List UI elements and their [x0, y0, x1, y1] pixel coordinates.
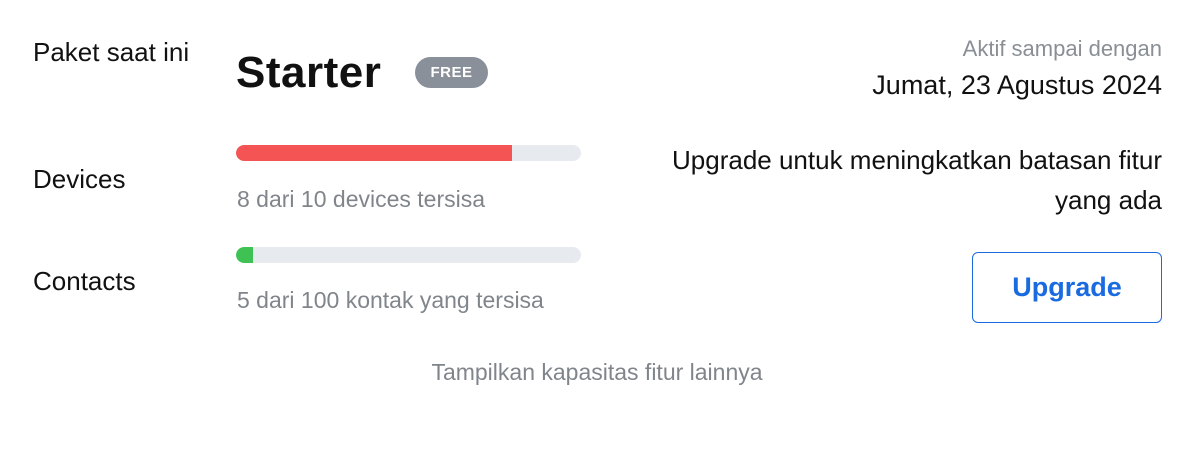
- devices-label: Devices: [33, 164, 126, 194]
- active-until-date: Jumat, 23 Agustus 2024: [872, 70, 1162, 100]
- upgrade-message: Upgrade untuk meningkatkan batasan fitur…: [672, 145, 1162, 215]
- contacts-progress-fill: [236, 247, 254, 263]
- contacts-usage-text: 5 dari 100 kontak yang tersisa: [237, 287, 544, 313]
- current-plan-label: Paket saat ini: [33, 37, 190, 67]
- show-more-capacity-label: Tampilkan kapasitas fitur lainnya: [431, 359, 763, 385]
- contacts-progress-bar: [236, 247, 581, 263]
- plan-name: Starter: [236, 48, 382, 97]
- plan-badge: FREE: [415, 57, 488, 88]
- active-until-label: Aktif sampai dengan: [962, 36, 1162, 61]
- devices-progress-bar: [236, 145, 581, 161]
- devices-progress-fill: [236, 145, 512, 161]
- upgrade-button[interactable]: Upgrade: [972, 252, 1162, 323]
- subscription-card: Paket saat ini Starter FREE Aktif sampai…: [0, 0, 1194, 460]
- show-more-capacity-link[interactable]: Tampilkan kapasitas fitur lainnya: [0, 356, 1194, 388]
- contacts-label: Contacts: [33, 266, 136, 296]
- devices-usage-text: 8 dari 10 devices tersisa: [237, 186, 486, 212]
